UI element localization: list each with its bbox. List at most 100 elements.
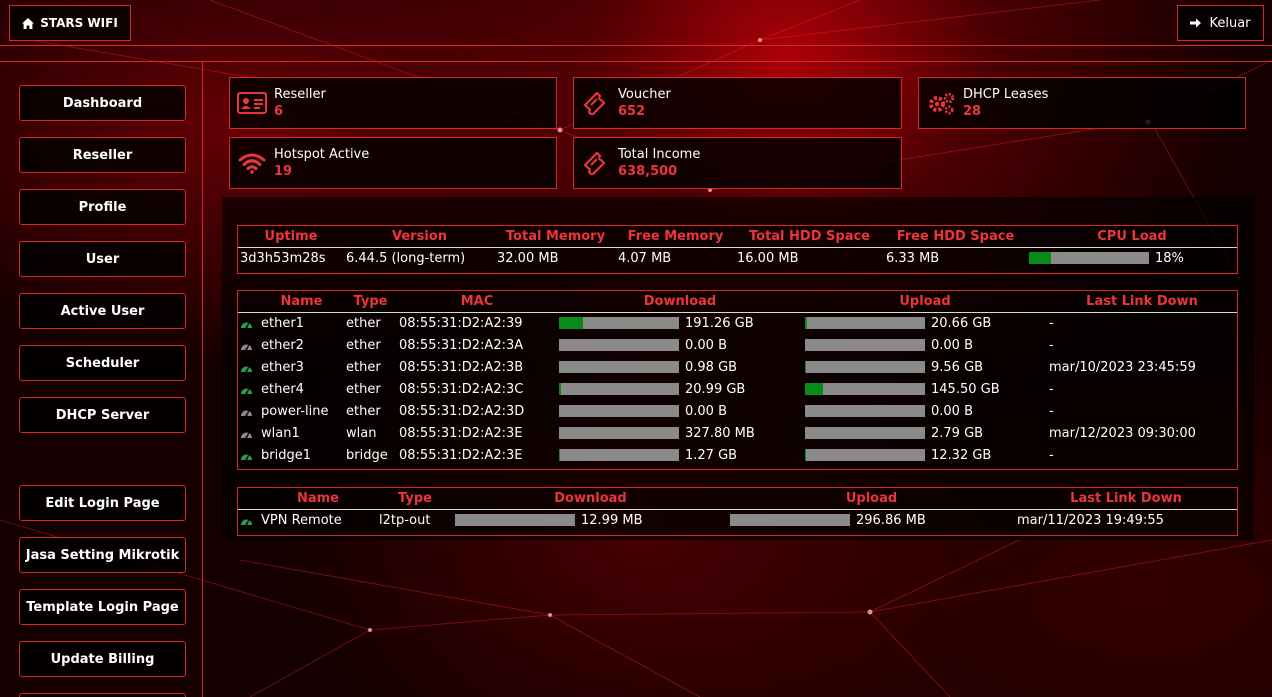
interface-header-row: Name Type MAC Download Upload Last Link … <box>238 291 1237 313</box>
interface-down-icon <box>241 431 252 438</box>
top-bar: STARS WIFI Keluar <box>0 0 1272 46</box>
sidebar-item-edit-login-page[interactable]: Edit Login Page <box>19 485 186 521</box>
col-upload: Upload <box>803 291 1047 313</box>
interface-row: ether3 ether 08:55:31:D2:A2:3B 0.98 GB 9.56 … <box>238 356 1237 378</box>
card-label: Voucher <box>618 87 671 102</box>
col-total-memory: Total Memory <box>495 226 616 248</box>
download-cell: 0.00 B <box>557 334 803 356</box>
sidebar-item-label: Jasa Setting Mikrotik <box>25 547 180 563</box>
interface-type: ether <box>346 337 381 353</box>
download-cell: 20.99 GB <box>557 378 803 400</box>
id-card-icon <box>237 92 267 114</box>
sign-in-arrow-icon <box>1190 18 1202 28</box>
sidebar-item-template-login-page[interactable]: Template Login Page <box>19 589 186 625</box>
sidebar-item-update-billing[interactable]: Update Billing <box>19 641 186 677</box>
card-value: 638,500 <box>618 164 678 179</box>
sidebar-item-partial[interactable] <box>19 693 186 697</box>
traffic-value: 0.00 B <box>685 403 727 419</box>
interface-mac: 08:55:31:D2:A2:39 <box>399 315 523 331</box>
traffic-value: 145.50 GB <box>931 381 1000 397</box>
download-cell: 0.00 B <box>557 400 803 422</box>
total-memory-value: 32.00 MB <box>497 250 559 266</box>
interface-table: Name Type MAC Download Upload Last Link … <box>237 290 1238 470</box>
sidebar-item-active-user[interactable]: Active User <box>19 293 186 329</box>
cpu-load-fill <box>1029 252 1051 265</box>
interface-up-icon <box>241 387 252 394</box>
traffic-bar <box>559 339 679 351</box>
interface-type: wlan <box>346 425 377 441</box>
sidebar-item-dhcp-server[interactable]: DHCP Server <box>19 397 186 433</box>
col-version: Version <box>344 226 495 248</box>
col-free-memory: Free Memory <box>616 226 735 248</box>
traffic-bar <box>559 383 679 395</box>
interface-down-icon <box>241 409 252 416</box>
card-label: DHCP Leases <box>963 87 1049 102</box>
status-cell <box>238 509 259 531</box>
sidebar-item-label: Profile <box>78 199 127 215</box>
upload-cell: 296.86 MB <box>728 509 1015 531</box>
traffic-bar <box>805 405 925 417</box>
logout-button[interactable]: Keluar <box>1177 5 1264 41</box>
interface-name: wlan1 <box>261 425 300 441</box>
total-hdd-value: 16.00 MB <box>737 250 799 266</box>
status-cell <box>238 444 259 466</box>
traffic-bar-fill <box>805 317 808 330</box>
ticket-icon <box>583 151 606 175</box>
last-link-down: mar/11/2023 19:49:55 <box>1017 512 1164 528</box>
sidebar-item-profile[interactable]: Profile <box>19 189 186 225</box>
download-cell: 327.80 MB <box>557 422 803 444</box>
last-link-down: mar/12/2023 09:30:00 <box>1049 425 1196 441</box>
sidebar-item-jasa-setting-mikrotik[interactable]: Jasa Setting Mikrotik <box>19 537 186 573</box>
sidebar-item-user[interactable]: User <box>19 241 186 277</box>
header-divider <box>0 61 1272 62</box>
resource-panel: Uptime Version Total Memory Free Memory … <box>222 197 1254 540</box>
traffic-bar <box>559 405 679 417</box>
traffic-bar <box>559 317 679 330</box>
interface-name: ether1 <box>261 315 304 331</box>
last-link-down: - <box>1049 381 1054 397</box>
interface-type: bridge <box>346 447 388 463</box>
upload-cell: 9.56 GB <box>803 356 1047 378</box>
download-cell: 0.98 GB <box>557 356 803 378</box>
traffic-bar-fill <box>559 383 562 395</box>
last-link-down: mar/10/2023 23:45:59 <box>1049 359 1196 375</box>
upload-cell: 20.66 GB <box>803 312 1047 334</box>
cpu-load-value: 18% <box>1155 250 1184 266</box>
home-brand-button[interactable]: STARS WIFI <box>9 5 131 41</box>
sidebar-item-label: Template Login Page <box>26 599 179 615</box>
ticket-icon <box>583 91 606 115</box>
traffic-value: 20.99 GB <box>685 381 746 397</box>
col-type: Type <box>377 488 453 510</box>
traffic-value: 2.79 GB <box>931 425 984 441</box>
upload-cell: 0.00 B <box>803 400 1047 422</box>
traffic-bar-fill <box>805 383 823 395</box>
col-status <box>238 488 259 510</box>
sidebar-item-label: Dashboard <box>62 95 143 111</box>
traffic-bar <box>559 449 679 461</box>
interface-name: ether2 <box>261 337 304 353</box>
traffic-bar <box>805 449 925 461</box>
traffic-bar-fill <box>559 449 561 461</box>
sidebar-item-scheduler[interactable]: Scheduler <box>19 345 186 381</box>
traffic-bar-fill <box>805 361 807 373</box>
traffic-value: 9.56 GB <box>931 359 984 375</box>
card-value: 6 <box>274 104 284 119</box>
col-type: Type <box>344 291 397 313</box>
status-cell <box>238 356 259 378</box>
sidebar-item-dashboard[interactable]: Dashboard <box>19 85 186 121</box>
interface-type: ether <box>346 315 381 331</box>
traffic-value: 191.26 GB <box>685 315 754 331</box>
interface-mac: 08:55:31:D2:A2:3C <box>399 381 524 397</box>
interface-type: ether <box>346 403 381 419</box>
sidebar-item-reseller[interactable]: Reseller <box>19 137 186 173</box>
traffic-value: 296.86 MB <box>856 512 926 528</box>
download-cell: 12.99 MB <box>453 509 728 531</box>
card-label: Hotspot Active <box>274 147 370 162</box>
interface-up-icon <box>241 518 252 526</box>
card-value: 19 <box>274 164 293 179</box>
traffic-value: 0.00 B <box>931 403 973 419</box>
status-cell <box>238 400 259 422</box>
upload-cell: 2.79 GB <box>803 422 1047 444</box>
sidebar-item-label: Update Billing <box>50 651 155 667</box>
vpn-name: VPN Remote <box>261 512 342 528</box>
